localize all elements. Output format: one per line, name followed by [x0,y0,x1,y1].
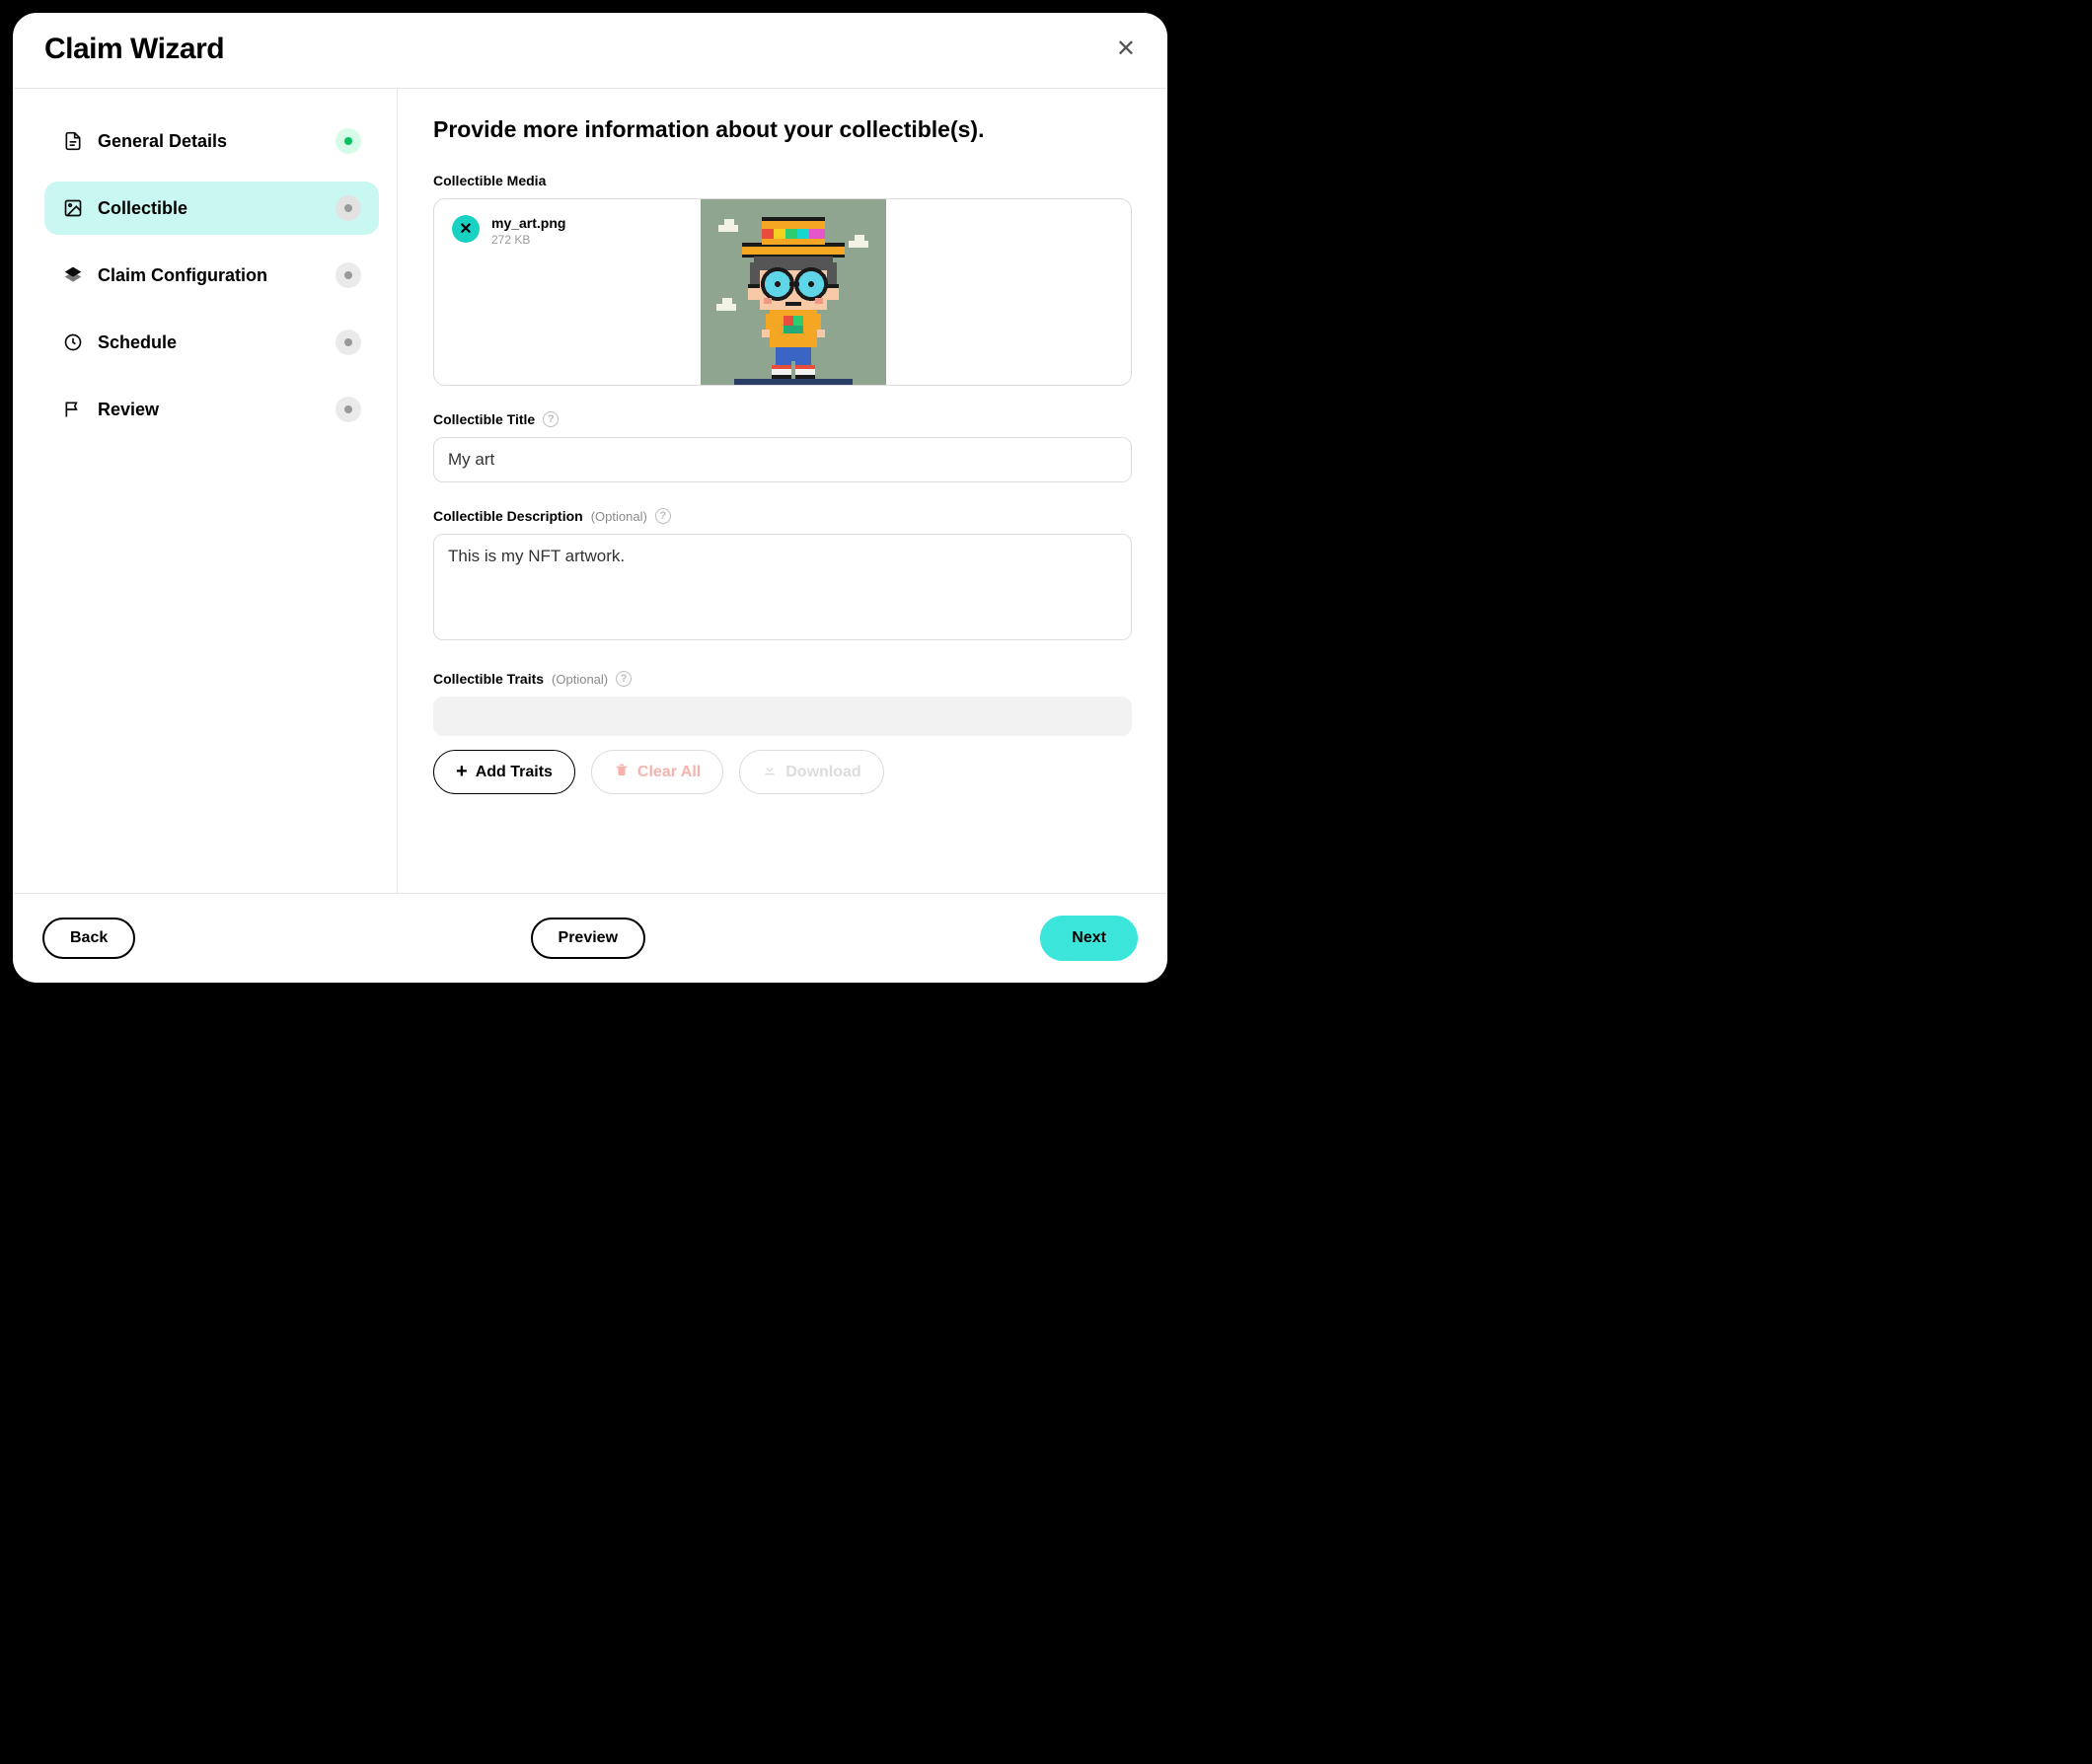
step-label: Collectible [98,198,322,219]
status-dot-pending [336,262,361,288]
file-size: 272 KB [491,233,565,247]
step-claim-configuration[interactable]: Claim Configuration [44,249,379,302]
file-name: my_art.png [491,215,565,231]
collectible-description-input[interactable] [433,534,1132,640]
content-heading: Provide more information about your coll… [433,116,1132,143]
back-button[interactable]: Back [42,918,135,959]
media-label: Collectible Media [433,173,1132,188]
traits-empty-box [433,697,1132,736]
title-label: Collectible Title ? [433,411,1132,427]
step-review[interactable]: Review [44,383,379,436]
step-label: Review [98,400,322,420]
modal-body: General Details Collectible Claim Config… [13,89,1167,893]
trash-icon [614,762,630,782]
image-icon [62,198,84,218]
traits-label: Collectible Traits (Optional) ? [433,671,1132,687]
step-label: Claim Configuration [98,265,322,286]
download-icon [762,762,778,782]
media-box: ✕ my_art.png 272 KB [433,198,1132,386]
step-collectible[interactable]: Collectible [44,182,379,235]
step-label: General Details [98,131,322,152]
next-button[interactable]: Next [1040,916,1138,961]
preview-button[interactable]: Preview [531,918,645,959]
modal-header: Claim Wizard ✕ [13,13,1167,89]
add-traits-button[interactable]: + Add Traits [433,750,575,794]
wizard-content: Provide more information about your coll… [398,89,1167,893]
layers-icon [62,265,84,285]
status-dot-pending [336,397,361,422]
media-field: Collectible Media ✕ my_art.png 272 KB [433,173,1132,386]
step-label: Schedule [98,332,322,353]
help-icon[interactable]: ? [616,671,632,687]
clear-all-button[interactable]: Clear All [591,750,723,794]
step-schedule[interactable]: Schedule [44,316,379,369]
wizard-sidebar: General Details Collectible Claim Config… [44,89,398,893]
status-dot-done [336,128,361,154]
collectible-title-input[interactable] [433,437,1132,482]
clock-icon [62,332,84,352]
close-icon[interactable]: ✕ [1116,37,1136,61]
document-icon [62,131,84,151]
flag-icon [62,400,84,419]
download-button[interactable]: Download [739,750,883,794]
description-field: Collectible Description (Optional) ? [433,508,1132,645]
status-dot-current [336,195,361,221]
help-icon[interactable]: ? [655,508,671,524]
plus-icon: + [456,761,468,783]
media-dropzone[interactable] [886,199,1131,385]
title-field: Collectible Title ? [433,411,1132,482]
file-chip: ✕ my_art.png 272 KB [434,199,701,385]
status-dot-pending [336,330,361,355]
traits-actions: + Add Traits Clear All Download [433,750,1132,794]
description-label: Collectible Description (Optional) ? [433,508,1132,524]
remove-file-button[interactable]: ✕ [452,215,480,243]
modal-footer: Back Preview Next [13,893,1167,983]
claim-wizard-modal: Claim Wizard ✕ General Details Collectib… [13,13,1167,983]
traits-field: Collectible Traits (Optional) ? + Add Tr… [433,671,1132,794]
close-icon: ✕ [459,219,472,239]
media-preview [701,199,886,385]
modal-title: Claim Wizard [44,33,224,66]
step-general-details[interactable]: General Details [44,114,379,168]
help-icon[interactable]: ? [543,411,559,427]
